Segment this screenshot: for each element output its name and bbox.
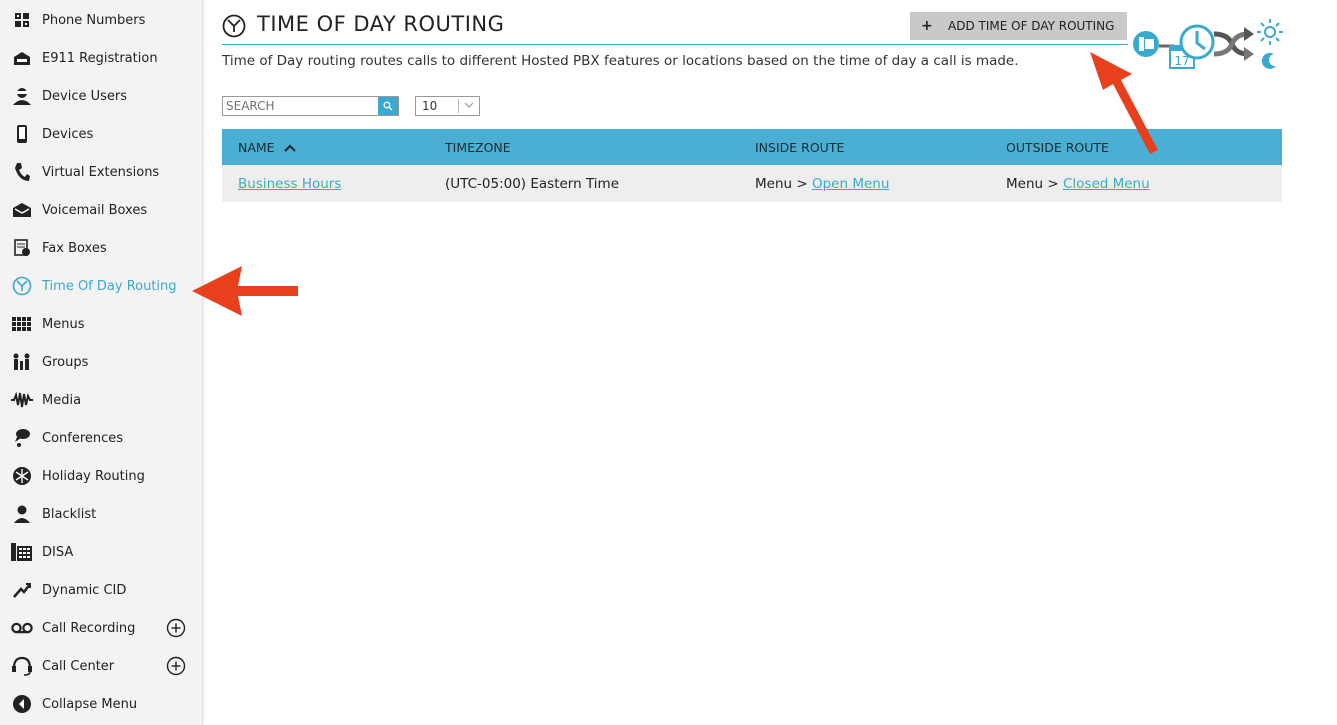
row-timezone: (UTC-05:00) Eastern Time (445, 176, 619, 192)
sidebar-item-blacklist[interactable]: Blacklist (0, 495, 203, 533)
inside-route-link[interactable]: Open Menu (812, 176, 889, 192)
plus-icon: + (921, 18, 933, 34)
sidebar-item-collapse-menu[interactable]: Collapse Menu (0, 685, 203, 723)
blacklist-icon (11, 503, 33, 525)
menus-icon (11, 313, 33, 335)
device-users-icon (11, 85, 33, 107)
disa-icon (11, 541, 33, 563)
page-title: TIME OF DAY ROUTING (257, 12, 505, 36)
sidebar-item-call-recording[interactable]: Call Recording (0, 609, 203, 647)
sidebar-item-label: Groups (42, 354, 89, 370)
page-description: Time of Day routing routes calls to diff… (222, 53, 1019, 69)
table-row: Business Hours (UTC-05:00) Eastern Time … (222, 165, 1282, 202)
sidebar-item-voicemail-boxes[interactable]: Voicemail Boxes (0, 191, 203, 229)
search-input[interactable] (226, 98, 376, 114)
expand-plus-icon[interactable] (166, 618, 186, 638)
sidebar-item-label: E911 Registration (42, 50, 158, 66)
search-button[interactable] (378, 97, 398, 115)
clock-icon (11, 275, 33, 297)
sidebar-item-disa[interactable]: DISA (0, 533, 203, 571)
clock-icon (222, 14, 246, 38)
chevron-down-icon (464, 102, 474, 108)
sidebar-item-label: Holiday Routing (42, 468, 145, 484)
sidebar-item-label: Call Recording (42, 620, 136, 636)
sidebar-item-label: Call Center (42, 658, 115, 674)
phone-numbers-icon (11, 9, 33, 31)
sidebar-item-holiday-routing[interactable]: Holiday Routing (0, 457, 203, 495)
sidebar-item-label: Collapse Menu (42, 696, 138, 712)
annotation-arrow-left (192, 266, 298, 316)
sidebar-item-label: Voicemail Boxes (42, 202, 148, 218)
sort-ascending-icon (283, 144, 296, 152)
row-name-link[interactable]: Business Hours (238, 176, 341, 192)
sidebar-item-call-center[interactable]: Call Center (0, 647, 203, 685)
add-time-of-day-routing-button[interactable]: + ADD TIME OF DAY ROUTING (910, 12, 1127, 40)
sidebar-item-e911-registration[interactable]: E911 Registration (0, 39, 203, 77)
sidebar-item-media[interactable]: Media (0, 381, 203, 419)
sidebar-item-dynamic-cid[interactable]: Dynamic CID (0, 571, 203, 609)
column-header-inside-route: INSIDE ROUTE (755, 140, 845, 155)
sidebar-item-label: Menus (42, 316, 85, 332)
sidebar-item-label: Blacklist (42, 506, 97, 522)
add-button-label: ADD TIME OF DAY ROUTING (948, 19, 1115, 33)
sidebar-item-label: Media (42, 392, 82, 408)
sidebar-item-label: Phone Numbers (42, 12, 146, 28)
virtual-extensions-icon (11, 161, 33, 183)
page-size-select[interactable]: 10 (415, 96, 480, 116)
groups-icon (11, 351, 33, 373)
search-icon (383, 101, 393, 111)
headset-icon (11, 655, 33, 677)
e911-icon (11, 47, 33, 69)
sidebar-item-label: Conferences (42, 430, 124, 446)
media-icon (11, 389, 33, 411)
collapse-icon (11, 693, 33, 715)
row-outside-route: Menu > Closed Menu (1006, 176, 1150, 192)
sidebar-item-label: Fax Boxes (42, 240, 107, 256)
sidebar: Phone Numbers E911 Registration Device U… (0, 0, 203, 725)
routing-illustration: 17 (1130, 16, 1290, 76)
table-header: NAME TIMEZONE INSIDE ROUTE OUTSIDE ROUTE (222, 129, 1282, 165)
sidebar-item-label: Virtual Extensions (42, 164, 160, 180)
call-recording-icon (11, 617, 33, 639)
select-divider (458, 99, 459, 113)
expand-plus-icon[interactable] (166, 656, 186, 676)
sidebar-item-label: DISA (42, 544, 74, 560)
fax-icon (11, 237, 33, 259)
conferences-icon (11, 427, 33, 449)
sidebar-item-phone-numbers[interactable]: Phone Numbers (0, 1, 203, 39)
sidebar-item-label: Dynamic CID (42, 582, 127, 598)
column-header-outside-route: OUTSIDE ROUTE (1006, 140, 1109, 155)
sidebar-item-devices[interactable]: Devices (0, 115, 203, 153)
sidebar-item-groups[interactable]: Groups (0, 343, 203, 381)
sidebar-item-device-users[interactable]: Device Users (0, 77, 203, 115)
row-inside-route: Menu > Open Menu (755, 176, 890, 192)
sidebar-item-time-of-day-routing[interactable]: Time Of Day Routing (0, 267, 203, 305)
title-divider (222, 44, 1128, 45)
devices-icon (11, 123, 33, 145)
sidebar-item-label: Devices (42, 126, 94, 142)
column-header-timezone: TIMEZONE (445, 140, 511, 155)
dynamic-cid-icon (11, 579, 33, 601)
sidebar-item-conferences[interactable]: Conferences (0, 419, 203, 457)
sidebar-item-virtual-extensions[interactable]: Virtual Extensions (0, 153, 203, 191)
page-size-value: 10 (422, 99, 438, 113)
snowflake-icon (11, 465, 33, 487)
column-header-name[interactable]: NAME (238, 140, 297, 155)
sidebar-item-fax-boxes[interactable]: Fax Boxes (0, 229, 203, 267)
outside-route-link[interactable]: Closed Menu (1063, 176, 1150, 192)
sidebar-item-label: Device Users (42, 88, 127, 104)
voicemail-icon (11, 199, 33, 221)
sidebar-item-label: Time Of Day Routing (42, 278, 177, 294)
search-box (222, 96, 399, 116)
sidebar-item-menus[interactable]: Menus (0, 305, 203, 343)
